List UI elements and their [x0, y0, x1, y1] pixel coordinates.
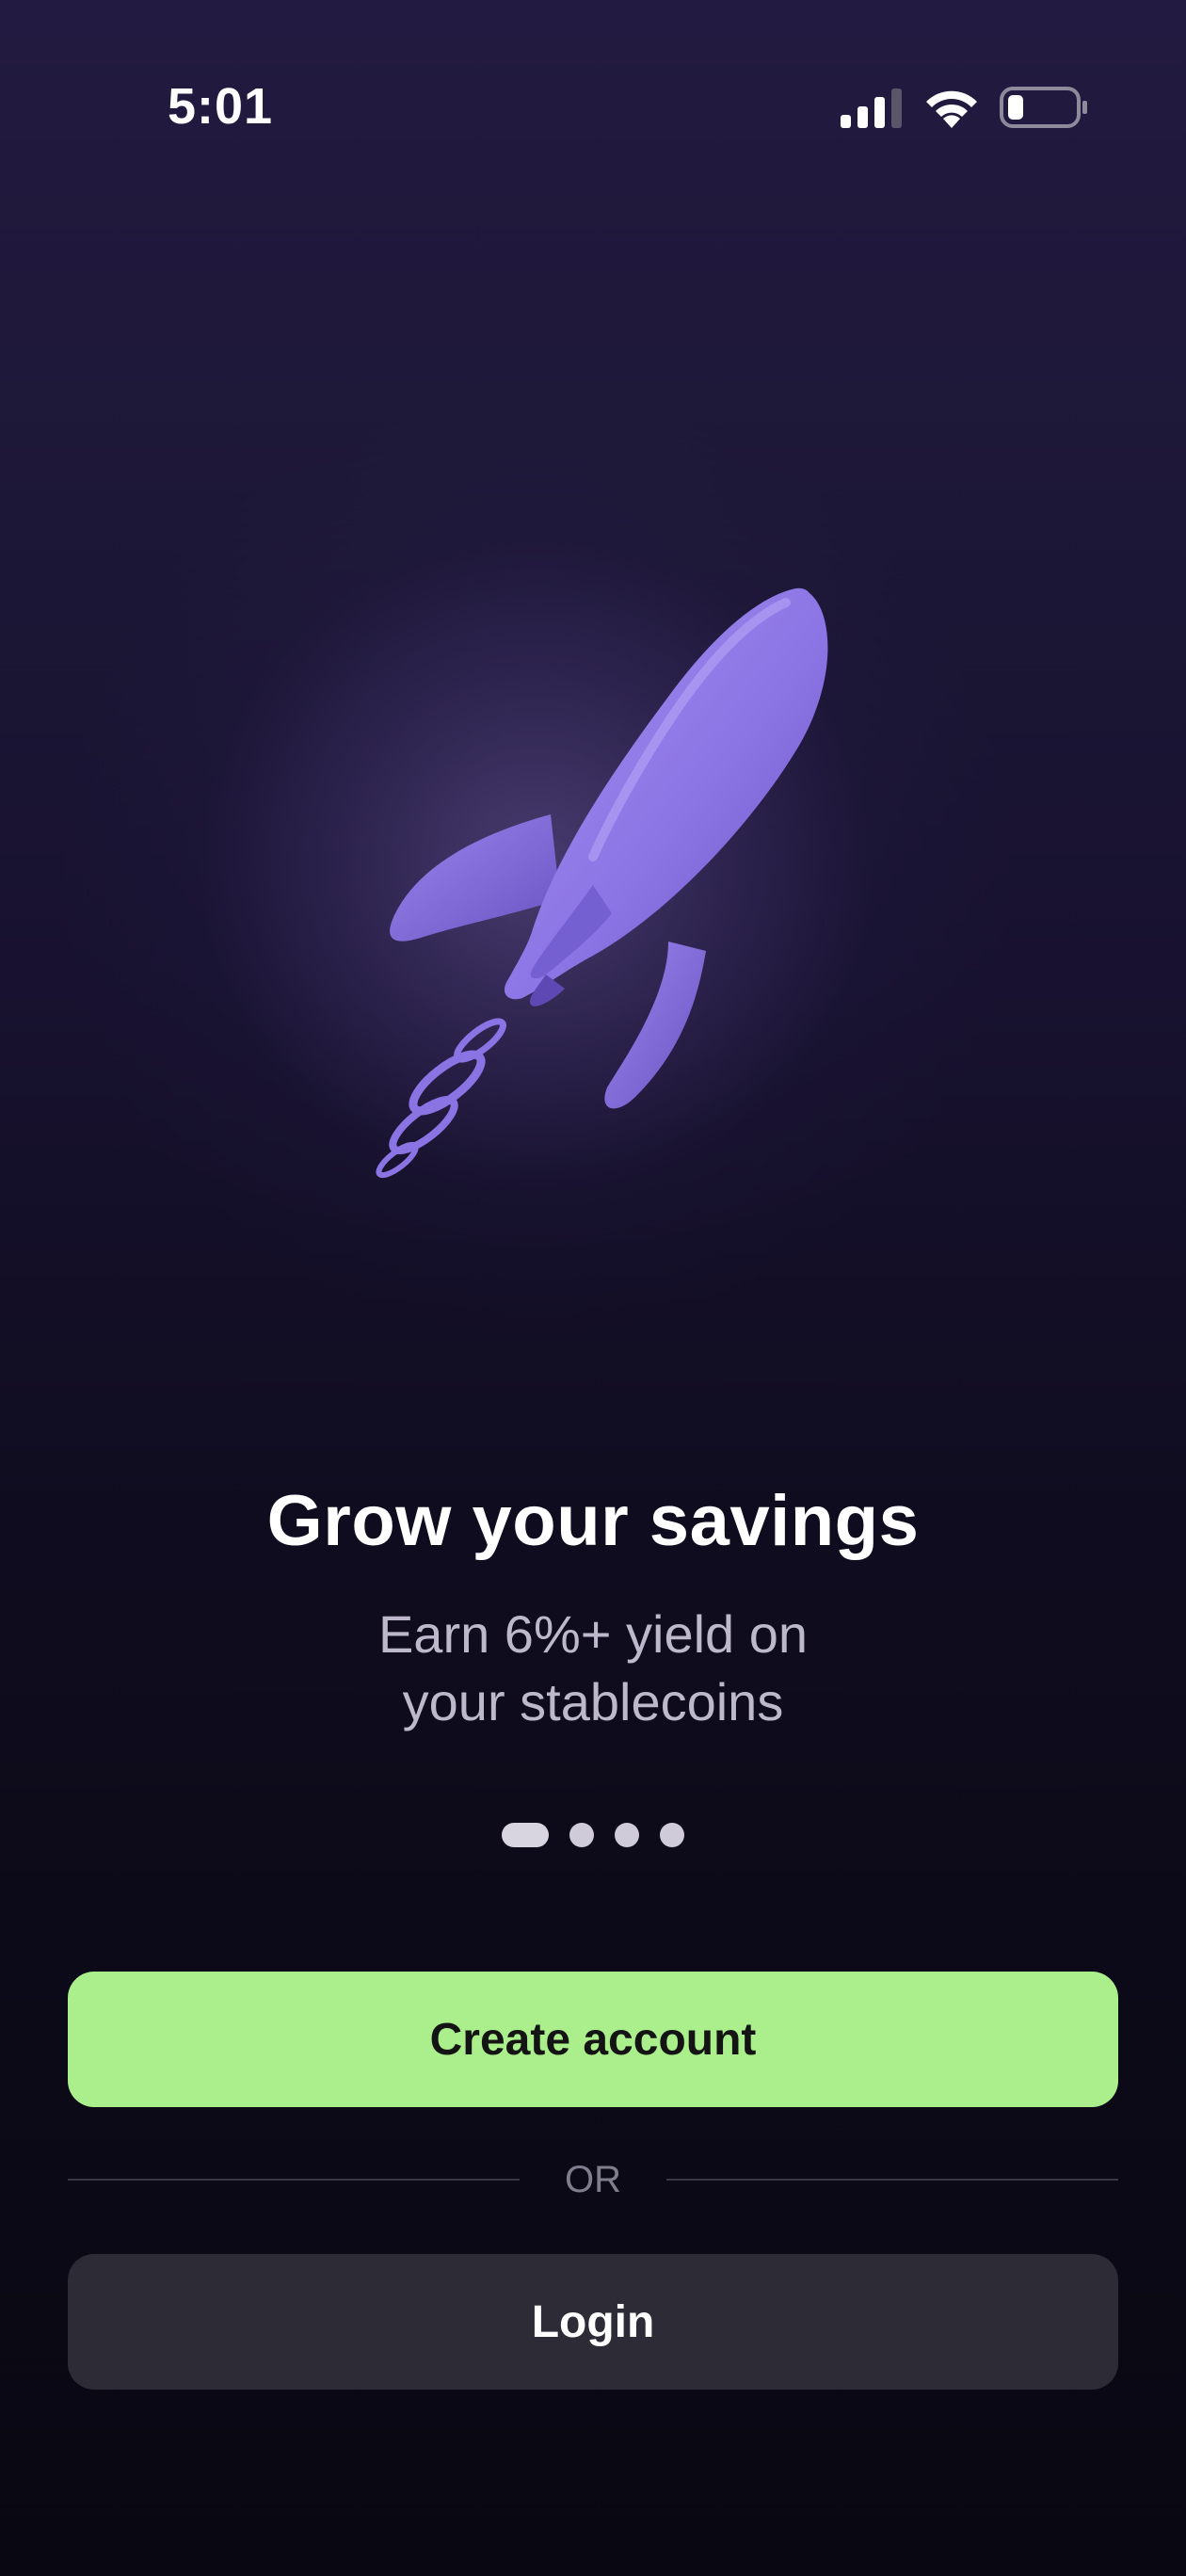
page-dot[interactable] — [660, 1823, 684, 1847]
divider-line-left — [68, 2179, 520, 2181]
page-dot[interactable] — [615, 1823, 639, 1847]
cellular-signal-icon — [841, 89, 902, 128]
divider-label: OR — [565, 2158, 621, 2200]
page-dot[interactable] — [569, 1823, 594, 1847]
status-bar: 5:01 — [0, 0, 1186, 217]
wifi-icon — [926, 90, 977, 128]
battery-icon — [1000, 87, 1087, 128]
divider-line-right — [666, 2179, 1118, 2181]
status-time: 5:01 — [168, 78, 274, 135]
page-dot-active[interactable] — [502, 1823, 549, 1847]
or-divider: OR — [68, 2156, 1118, 2203]
hero-title: Grow your savings — [266, 1481, 920, 1561]
page-indicator — [0, 1823, 1186, 1847]
hero-subtitle-line-1: Earn 6%+ yield on — [377, 1604, 809, 1664]
hero-subtitle-line-2: your stablecoins — [402, 1672, 784, 1731]
hero-subtitle: Earn 6%+ yield on your stablecoins — [216, 1601, 970, 1736]
login-button[interactable]: Login — [68, 2254, 1118, 2390]
create-account-button[interactable]: Create account — [68, 1972, 1118, 2107]
rocket-icon — [376, 588, 828, 1179]
